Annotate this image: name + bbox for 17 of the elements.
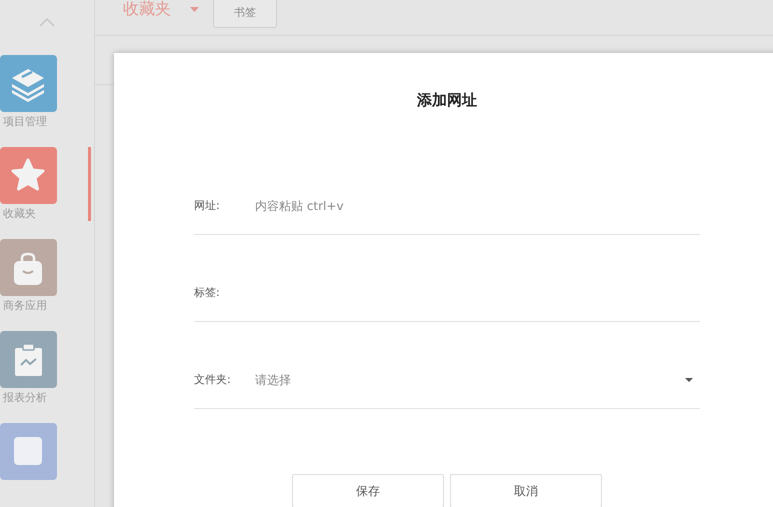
field-label: 文件夹: bbox=[194, 372, 232, 386]
dialog-title: 添加网址 bbox=[417, 90, 477, 111]
caret-down-icon[interactable] bbox=[685, 378, 693, 382]
sidebar-item[interactable]: 项目管理 bbox=[0, 55, 91, 129]
field-label: 网址: bbox=[194, 198, 221, 212]
dialog-button[interactable]: 保存 bbox=[292, 474, 444, 507]
dialog-button[interactable]: 取消 bbox=[450, 474, 602, 507]
tab[interactable]: 书签 bbox=[213, 0, 277, 28]
input-field[interactable]: 内容粘贴 ctrl+v bbox=[255, 196, 700, 214]
folder-select[interactable]: 请选择 bbox=[255, 370, 700, 388]
page-title: 收藏夹 bbox=[123, 0, 171, 18]
sidebar-item[interactable]: 报表分析 bbox=[0, 331, 91, 405]
sidebar-item[interactable]: 收藏夹 bbox=[0, 147, 91, 221]
chevron-up-icon[interactable] bbox=[39, 18, 55, 27]
sidebar-item[interactable]: 商务应用 bbox=[0, 239, 91, 313]
placeholder-text: 请选择 bbox=[255, 372, 291, 388]
field-label: 标签: bbox=[194, 286, 221, 300]
